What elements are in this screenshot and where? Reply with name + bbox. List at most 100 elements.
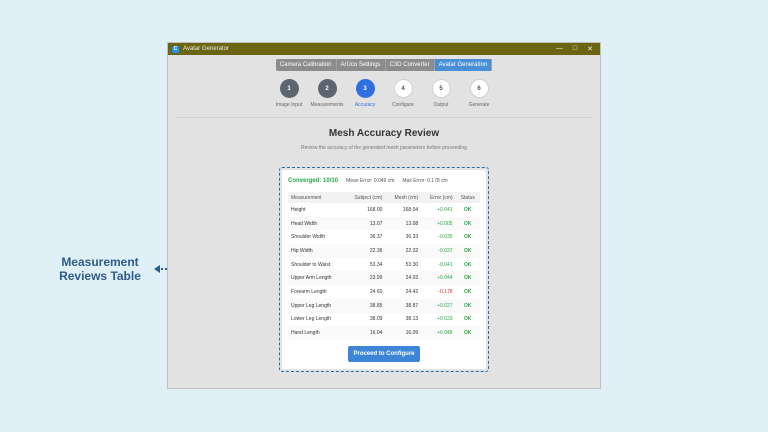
measurement-review-highlight: Converged: 10/10 Mean Error: 0.049 cm Ma… [279,167,489,372]
step-label: Accuracy [354,102,376,108]
mean-error-label: Mean Error: 0.049 cm [346,178,395,184]
table-row: Head Width 13.07 13.08 +0.005 OK [288,216,480,231]
col-status: Status [460,194,475,201]
step-label: Measurements [310,102,344,108]
summary-bar: Converged: 10/10 Mean Error: 0.049 cm Ma… [288,176,480,186]
table-row: Shoulder Width 36.37 36.33 -0.035 OK [288,230,480,244]
cell-measurement: Hand Length [291,330,320,337]
window-title: Avatar Generator [183,46,229,52]
col-subject: Subject (cm) [354,194,383,201]
close-icon[interactable]: ✕ [587,45,593,53]
annotation-label: Measurement Reviews Table [40,255,160,283]
step-indicator: 1 Image Input 2 Measurements 3 Accuracy 4 Confi… [168,79,600,108]
step-circle: 4 [393,79,413,98]
table-header-row: Measurement Subject (cm) Mesh (cm) Error… [288,192,480,203]
page-title: Mesh Accuracy Review [328,128,440,139]
step-1[interactable]: 1 Image Input [276,79,302,108]
cell-measurement: Upper Leg Length [291,302,332,309]
cell-error: +0.027 [437,302,453,309]
table-row: Upper Leg Length 38.85 38.87 +0.027 OK [288,298,480,313]
cell-measurement: Shoulder Width [291,234,326,241]
step-circle: 2 [317,79,337,98]
minimize-icon[interactable]: — [556,45,563,53]
step-2[interactable]: 2 Measurements [310,79,344,108]
app-window: C Avatar Generator — □ ✕ Camera Calibrat… [168,43,600,388]
step-5[interactable]: 5 Output [429,79,453,108]
measurement-table: Measurement Subject (cm) Mesh (cm) Error… [288,192,480,340]
cell-measurement: Hip Width [291,247,313,254]
cell-mesh: 24.03 [405,275,419,282]
cell-status: OK [464,234,472,241]
cell-subject: 22.36 [369,247,383,254]
tab-c3d-converter[interactable]: C3D Converter [385,59,435,71]
tab-avatar-generation[interactable]: Avatar Generation [434,59,493,71]
max-error-label: Max Error: 0.178 cm [402,178,448,184]
cell-measurement: Upper Arm Length [291,275,332,282]
cell-error: -0.041 [438,261,453,268]
step-circle: 5 [431,79,451,98]
cell-mesh: 168.04 [402,206,419,213]
cell-error: -0.178 [438,288,453,295]
cell-status: OK [464,220,472,227]
table-row: Forearm Length 24.60 24.42 -0.178 OK [288,285,480,299]
step-label: Generate [468,102,490,108]
col-error: Error (cm) [430,194,453,201]
table-row: Upper Arm Length 23.99 24.03 +0.044 OK [288,271,480,286]
cell-error: +0.005 [437,220,453,227]
cell-error: +0.048 [437,330,453,337]
table-row: Hand Length 16.04 16.09 +0.048 OK [288,326,480,340]
annotation-line-2: Reviews Table [59,269,141,283]
maximize-icon[interactable]: □ [573,45,577,53]
cell-mesh: 24.42 [405,288,419,295]
cell-status: OK [464,261,472,268]
accuracy-card: Converged: 10/10 Mean Error: 0.049 cm Ma… [282,170,486,369]
title-bar: C Avatar Generator — □ ✕ [168,43,600,55]
tab-camera-calibration[interactable]: Camera Calibration [275,59,337,71]
cell-mesh: 38.87 [405,302,419,309]
cell-error: -0.037 [438,247,453,254]
step-circle: 1 [279,79,299,98]
cell-mesh: 36.33 [405,234,419,241]
cell-error: -0.035 [438,234,453,241]
cell-measurement: Forearm Length [291,288,327,295]
cell-status: OK [464,302,472,309]
page-subtitle: Review the accuracy of the generated mes… [301,145,467,151]
cell-subject: 24.60 [369,288,383,295]
step-4[interactable]: 4 Configure [391,79,415,108]
cell-status: OK [464,247,472,254]
step-circle: 3 [355,79,375,98]
cell-mesh: 38.13 [405,316,419,323]
cell-subject: 23.99 [369,275,383,282]
step-6[interactable]: 6 Generate [467,79,491,108]
tab-aruco-settings[interactable]: ArUco Settings [336,59,386,71]
cell-subject: 16.04 [369,330,383,337]
cell-subject: 38.09 [369,316,383,323]
cell-status: OK [464,330,472,337]
cell-error: +0.041 [437,206,453,213]
cell-mesh: 16.09 [405,330,419,337]
table-row: Shoulder to Waist 53.34 53.30 -0.041 OK [288,258,480,272]
divider [176,117,592,118]
cell-measurement: Height [291,206,306,213]
cell-status: OK [464,316,472,323]
cell-measurement: Lower Leg Length [291,316,332,323]
cell-error: +0.033 [437,316,453,323]
table-row: Height 168.00 168.04 +0.041 OK [288,203,480,217]
step-3[interactable]: 3 Accuracy [353,79,377,108]
cell-mesh: 22.32 [405,247,419,254]
cell-error: +0.044 [437,275,453,282]
col-measurement: Measurement [291,194,322,201]
step-label: Configure [392,102,414,108]
app-icon: C [172,45,179,53]
cell-subject: 168.00 [367,206,383,213]
cell-subject: 38.85 [369,302,383,309]
cell-status: OK [464,288,472,295]
cell-subject: 13.07 [369,220,383,227]
proceed-button[interactable]: Proceed to Configure [348,345,420,362]
step-label: Output [433,102,449,108]
cell-subject: 53.34 [369,261,383,268]
cell-measurement: Head Width [291,220,318,227]
cell-measurement: Shoulder to Waist [291,261,331,268]
cell-mesh: 13.08 [405,220,419,227]
step-circle: 6 [469,79,489,98]
